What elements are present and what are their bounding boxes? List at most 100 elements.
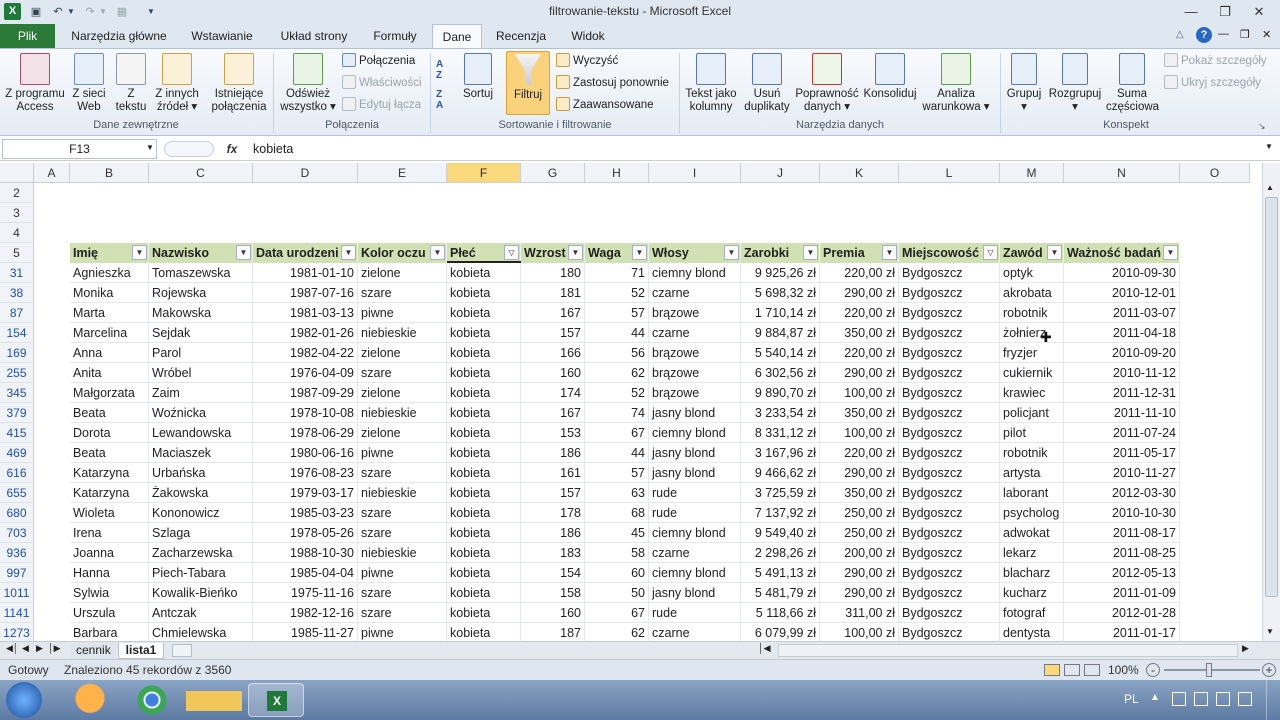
tab-insert[interactable]: Wstawianie	[182, 24, 262, 48]
table-cell[interactable]: 290,00 zł	[820, 583, 899, 603]
column-header-i[interactable]: I	[649, 163, 741, 183]
table-cell[interactable]: Tomaszewska	[149, 263, 253, 283]
table-cell[interactable]: Maciaszek	[149, 443, 253, 463]
table-cell[interactable]: Żakowska	[149, 483, 253, 503]
show-detail-button[interactable]: Pokaż szczegóły	[1164, 52, 1267, 70]
row-header[interactable]: 655	[0, 483, 34, 503]
row-header[interactable]: 997	[0, 563, 34, 583]
close-icon[interactable]: ✕	[1246, 2, 1272, 22]
table-cell[interactable]: niebieskie	[358, 543, 447, 563]
tray-battery-icon[interactable]	[1194, 692, 1208, 706]
table-cell[interactable]: Monika	[70, 283, 149, 303]
table-cell[interactable]: piwne	[358, 303, 447, 323]
row-header[interactable]: 5	[0, 243, 34, 263]
row-header[interactable]: 255	[0, 363, 34, 383]
table-cell[interactable]: 1978-05-26	[253, 523, 358, 543]
table-cell[interactable]: 290,00 zł	[820, 563, 899, 583]
sort-a-z-icon[interactable]: AZ	[436, 59, 456, 81]
maximize-icon[interactable]: ❐	[1212, 2, 1238, 22]
column-header-k[interactable]: K	[820, 163, 899, 183]
table-cell[interactable]: Joanna	[70, 543, 149, 563]
table-cell[interactable]: Anna	[70, 343, 149, 363]
table-cell[interactable]: kobieta	[447, 603, 521, 623]
table-cell[interactable]: Dorota	[70, 423, 149, 443]
table-cell[interactable]: 3 233,54 zł	[741, 403, 820, 423]
table-cell[interactable]: 2011-07-24	[1064, 423, 1180, 443]
table-cell[interactable]: 186	[521, 443, 585, 463]
tray-flag-icon[interactable]	[1238, 692, 1252, 706]
first-sheet-icon[interactable]: ◀│	[6, 643, 19, 654]
table-cell[interactable]: kobieta	[447, 563, 521, 583]
table-cell[interactable]: Agnieszka	[70, 263, 149, 283]
table-cell[interactable]: 160	[521, 603, 585, 623]
language-indicator[interactable]: PL	[1124, 692, 1139, 706]
table-cell[interactable]: kobieta	[447, 483, 521, 503]
formula-resize-handle[interactable]	[164, 141, 214, 157]
zoom-in-icon[interactable]: +	[1262, 663, 1276, 677]
table-cell[interactable]: szare	[358, 523, 447, 543]
sheet-tab-lista1[interactable]: lista1	[118, 643, 164, 659]
subtotal-button[interactable]: Suma częściowa	[1106, 53, 1159, 114]
table-cell[interactable]: pilot	[1000, 423, 1064, 443]
table-cell[interactable]: szare	[358, 603, 447, 623]
row-header[interactable]: 3	[0, 203, 34, 223]
table-cell[interactable]: 5 118,66 zł	[741, 603, 820, 623]
doc-restore-icon[interactable]: ❐	[1240, 28, 1250, 41]
table-cell[interactable]: Beata	[70, 443, 149, 463]
explorer-taskbar-icon[interactable]	[186, 683, 242, 717]
table-cell[interactable]: Sejdak	[149, 323, 253, 343]
table-cell[interactable]: kobieta	[447, 283, 521, 303]
table-cell[interactable]: 311,00 zł	[820, 603, 899, 623]
table-cell[interactable]: 1985-03-23	[253, 503, 358, 523]
table-cell[interactable]: 2012-05-13	[1064, 563, 1180, 583]
table-cell[interactable]: 63	[585, 483, 649, 503]
table-cell[interactable]: 71	[585, 263, 649, 283]
table-cell[interactable]: Bydgoszcz	[899, 383, 1000, 403]
table-cell[interactable]: 58	[585, 543, 649, 563]
table-cell[interactable]: 153	[521, 423, 585, 443]
table-cell[interactable]: rude	[649, 483, 741, 503]
table-cell[interactable]: 2011-08-25	[1064, 543, 1180, 563]
table-cell[interactable]: 167	[521, 303, 585, 323]
tab-data[interactable]: Dane	[432, 24, 482, 49]
table-cell[interactable]: 2010-09-30	[1064, 263, 1180, 283]
tab-file[interactable]: Plik	[0, 24, 55, 48]
table-cell[interactable]: 2 298,26 zł	[741, 543, 820, 563]
table-cell[interactable]: Bydgoszcz	[899, 543, 1000, 563]
filter-dropdown-icon[interactable]: ▼	[724, 245, 739, 260]
tab-page-layout[interactable]: Układ strony	[270, 24, 358, 48]
table-cell[interactable]: akrobata	[1000, 283, 1064, 303]
table-cell[interactable]: kobieta	[447, 303, 521, 323]
row-header[interactable]: 2	[0, 183, 34, 203]
table-cell[interactable]: 180	[521, 263, 585, 283]
filter-button[interactable]: Filtruj	[506, 51, 550, 115]
row-header[interactable]: 154	[0, 323, 34, 343]
table-cell[interactable]: 100,00 zł	[820, 383, 899, 403]
table-cell[interactable]: szare	[358, 363, 447, 383]
table-cell[interactable]: 100,00 zł	[820, 623, 899, 641]
table-cell[interactable]: 5 698,32 zł	[741, 283, 820, 303]
ungroup-button[interactable]: Rozgrupuj ▾	[1046, 53, 1104, 114]
column-header-o[interactable]: O	[1180, 163, 1250, 183]
table-cell[interactable]: 2012-03-30	[1064, 483, 1180, 503]
table-cell[interactable]: 1987-09-29	[253, 383, 358, 403]
table-cell[interactable]: 9 890,70 zł	[741, 383, 820, 403]
help-icon[interactable]: ?	[1196, 27, 1212, 43]
table-cell[interactable]: 45	[585, 523, 649, 543]
zoom-slider-thumb[interactable]	[1206, 663, 1212, 677]
start-button-icon[interactable]	[6, 682, 42, 718]
table-cell[interactable]: 1981-01-10	[253, 263, 358, 283]
table-cell[interactable]: 6 302,56 zł	[741, 363, 820, 383]
filter-dropdown-icon[interactable]: ▼	[430, 245, 445, 260]
column-header-d[interactable]: D	[253, 163, 358, 183]
table-cell[interactable]: 56	[585, 343, 649, 363]
table-cell[interactable]: Rojewska	[149, 283, 253, 303]
table-cell[interactable]: cukiernik	[1000, 363, 1064, 383]
table-cell[interactable]: 181	[521, 283, 585, 303]
table-cell[interactable]: 2010-12-01	[1064, 283, 1180, 303]
table-cell[interactable]: 62	[585, 623, 649, 641]
table-cell[interactable]: 9 549,40 zł	[741, 523, 820, 543]
table-cell[interactable]: 2011-12-31	[1064, 383, 1180, 403]
table-cell[interactable]: 52	[585, 283, 649, 303]
tray-network-icon[interactable]	[1172, 692, 1186, 706]
